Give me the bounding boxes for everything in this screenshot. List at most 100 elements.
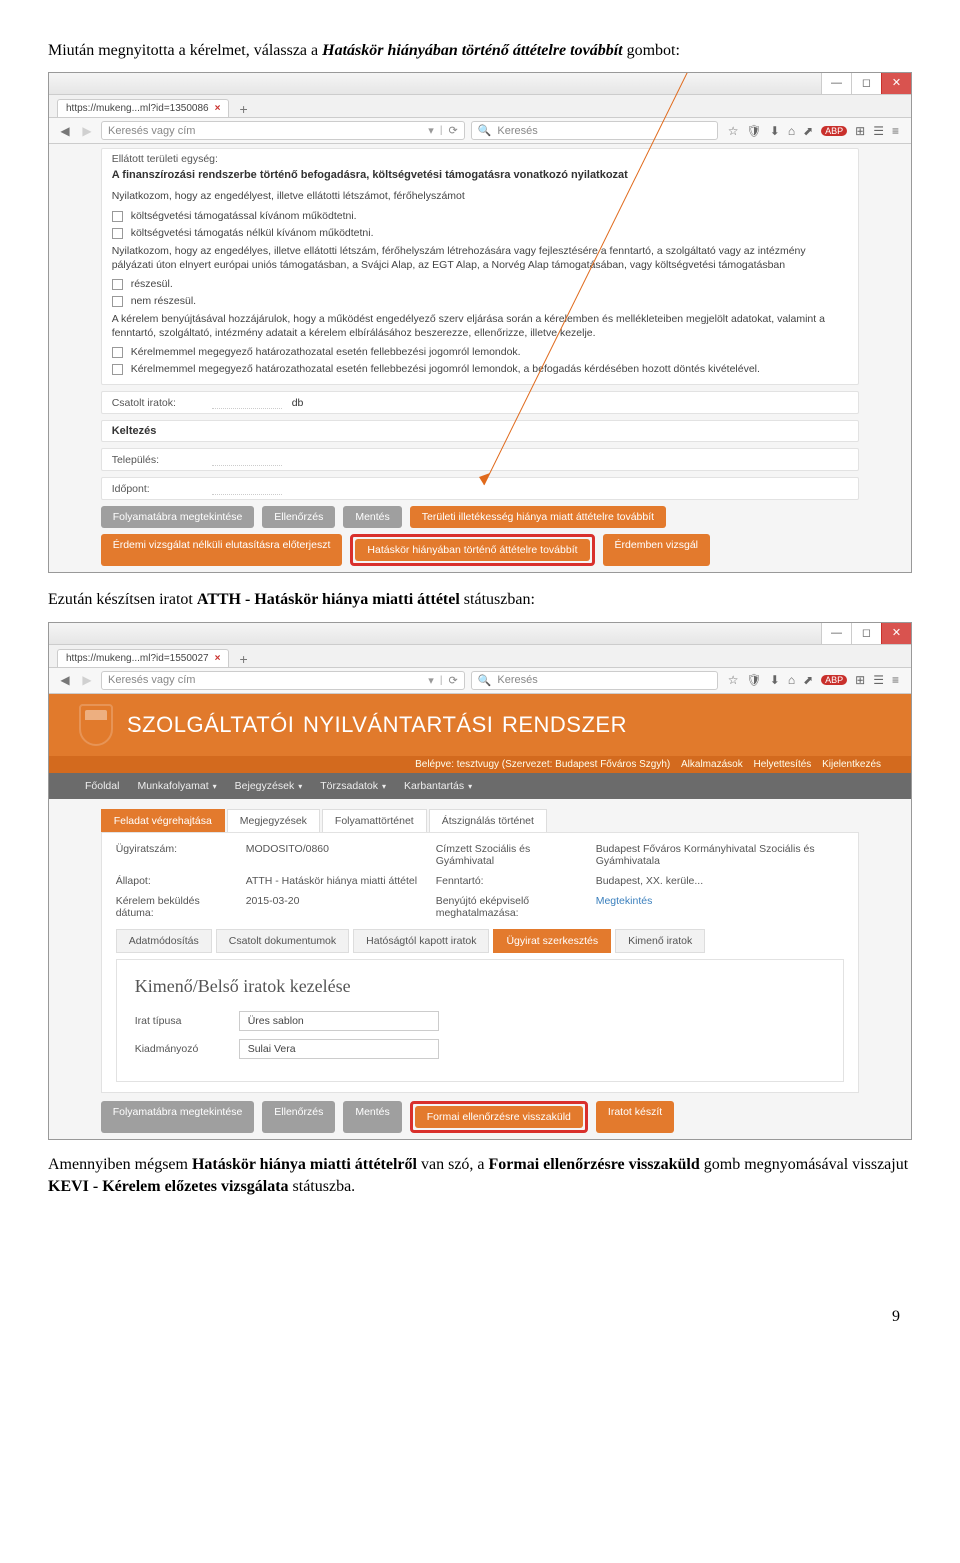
address-bar[interactable]: Keresés vagy cím ▾|⟳ — [101, 671, 465, 690]
nav-karbantartas[interactable]: Karbantartás▾ — [398, 778, 478, 794]
header-title: A finanszírozási rendszerbe történő befo… — [112, 169, 849, 181]
checkbox-icon[interactable] — [112, 211, 123, 222]
folyamatabra-button[interactable]: Folyamatábra megtekintése — [101, 1101, 255, 1133]
tab-atszignalas[interactable]: Átszignálás történet — [429, 809, 547, 832]
ellenorzes-button[interactable]: Ellenőrzés — [262, 1101, 335, 1133]
window-min-button[interactable]: — — [821, 623, 851, 644]
nav-fooldal[interactable]: Főoldal — [79, 778, 125, 794]
checkbox-icon[interactable] — [112, 364, 123, 375]
link-icon[interactable]: ⬈ — [803, 124, 813, 138]
formai-ellenorzesre-button[interactable]: Formai ellenőrzésre visszaküld — [415, 1106, 583, 1128]
home-icon[interactable]: ⌂ — [788, 673, 795, 687]
telepules-value[interactable] — [212, 453, 282, 466]
hataskor-hianyaban-button[interactable]: Hatáskör hiányában történő áttételre tov… — [355, 539, 589, 561]
subtab-kimeno[interactable]: Kimenő iratok — [615, 929, 705, 953]
tab-feladat[interactable]: Feladat végrehajtása — [101, 809, 225, 832]
nav-bejegyzesek[interactable]: Bejegyzések▾ — [229, 778, 309, 794]
window-min-button[interactable]: — — [821, 73, 851, 94]
mentes-button[interactable]: Mentés — [343, 1101, 401, 1133]
new-tab-button[interactable]: + — [233, 651, 253, 667]
star-icon[interactable]: ☆ — [728, 124, 739, 138]
checkbox-row-6[interactable]: Kérelmemmel megegyező határozathozatal e… — [112, 363, 849, 375]
erdemben-vizsgal-button[interactable]: Érdemben vizsgál — [603, 534, 710, 566]
system-title: SZOLGÁLTATÓI NYILVÁNTARTÁSI RENDSZER — [127, 712, 627, 738]
download-icon[interactable]: ⬇ — [770, 673, 780, 687]
subtab-ugyirat-szerk[interactable]: Ügyirat szerkesztés — [493, 929, 611, 953]
reload-icon[interactable]: ⟳ — [448, 124, 457, 137]
browser-tab[interactable]: https://mukeng...ml?id=1550027 × — [57, 649, 229, 667]
new-tab-button[interactable]: + — [233, 101, 253, 117]
teruleti-illetekesseg-button[interactable]: Területi illetékesség hiánya miatt áttét… — [410, 506, 666, 528]
ellenorzes-button[interactable]: Ellenőrzés — [262, 506, 335, 528]
datum-label: Kérelem beküldés dátuma: — [116, 895, 236, 919]
menu-icon[interactable]: ≡ — [892, 124, 899, 138]
window-max-button[interactable]: ◻ — [851, 623, 881, 644]
menu-icon[interactable]: ≡ — [892, 673, 899, 687]
idopont-value[interactable] — [212, 482, 282, 495]
iratot-keszit-button[interactable]: Iratot készít — [596, 1101, 674, 1133]
megtekintes-link[interactable]: Megtekintés — [596, 895, 845, 919]
checkbox-label: nem részesül. — [131, 295, 196, 307]
checkbox-row-3[interactable]: részesül. — [112, 278, 849, 290]
chat-icon[interactable]: ☰ — [873, 673, 884, 687]
grid-icon[interactable]: ⊞ — [855, 673, 865, 687]
checkbox-row-5[interactable]: Kérelmemmel megegyező határozathozatal e… — [112, 346, 849, 358]
link-kijelentkezes[interactable]: Kijelentkezés — [822, 759, 881, 770]
keltezes-card: Keltezés — [101, 420, 860, 442]
home-icon[interactable]: ⌂ — [788, 124, 795, 138]
checkbox-icon[interactable] — [112, 228, 123, 239]
checkbox-row-1[interactable]: költségvetési támogatással kívánom működ… — [112, 210, 849, 222]
folyamatabra-button[interactable]: Folyamatábra megtekintése — [101, 506, 255, 528]
link-helyettesites[interactable]: Helyettesítés — [753, 759, 811, 770]
tab-close-icon[interactable]: × — [215, 103, 221, 114]
irattipus-label: Irat típusa — [135, 1015, 225, 1027]
window-close-button[interactable]: ✕ — [881, 73, 911, 94]
button-row-1a: Folyamatábra megtekintése Ellenőrzés Men… — [101, 506, 860, 528]
window-max-button[interactable]: ◻ — [851, 73, 881, 94]
sub-tabstrip: Adatmódosítás Csatolt dokumentumok Hatós… — [116, 929, 845, 953]
back-icon[interactable]: ◀ — [57, 672, 73, 688]
abp-badge[interactable]: ABP — [821, 675, 847, 685]
erdemi-elutasitas-button[interactable]: Érdemi vizsgálat nélküli elutasításra el… — [101, 534, 343, 566]
page-body-1: Ellátott területi egység: A finanszírozá… — [49, 144, 911, 572]
grid-icon[interactable]: ⊞ — [855, 124, 865, 138]
checkbox-icon[interactable] — [112, 296, 123, 307]
irattipus-select[interactable]: Üres sablon — [239, 1011, 439, 1031]
mentes-button[interactable]: Mentés — [343, 506, 401, 528]
forward-icon[interactable]: ▶ — [79, 672, 95, 688]
tab-megjegyzesek[interactable]: Megjegyzések — [227, 809, 320, 832]
checkbox-icon[interactable] — [112, 279, 123, 290]
download-icon[interactable]: ⬇ — [770, 124, 780, 138]
kiadmanyozo-select[interactable]: Sulai Vera — [239, 1039, 439, 1059]
link-alkalmazasok[interactable]: Alkalmazások — [681, 759, 743, 770]
tab-close-icon[interactable]: × — [215, 653, 221, 664]
address-bar[interactable]: Keresés vagy cím ▾ | ⟳ — [101, 121, 465, 140]
search-bar[interactable]: 🔍 Keresés — [471, 121, 718, 140]
checkbox-row-4[interactable]: nem részesül. — [112, 295, 849, 307]
idopont-card: Időpont: — [101, 477, 860, 500]
logged-in-as: Belépve: tesztvugy (Szervezet: Budapest … — [415, 759, 670, 770]
search-bar[interactable]: 🔍 Keresés — [471, 671, 718, 690]
link-icon[interactable]: ⬈ — [803, 673, 813, 687]
window-titlebar: — ◻ ✕ — [49, 73, 911, 95]
shield-icon[interactable]: 🛡 — [747, 124, 762, 138]
shield-icon[interactable]: 🛡 — [747, 673, 762, 687]
window-close-button[interactable]: ✕ — [881, 623, 911, 644]
browser-tab-label: https://mukeng...ml?id=1350086 — [66, 103, 209, 114]
checkbox-row-2[interactable]: költségvetési támogatás nélkül kívánom m… — [112, 227, 849, 239]
subtab-hatosagtol[interactable]: Hatóságtól kapott iratok — [353, 929, 489, 953]
checkbox-icon[interactable] — [112, 347, 123, 358]
tab-folyamattortenet[interactable]: Folyamattörténet — [322, 809, 427, 832]
reload-icon[interactable]: ⟳ — [448, 674, 457, 687]
declaration-card: Ellátott területi egység: A finanszírozá… — [101, 148, 860, 385]
subtab-csatolt-dok[interactable]: Csatolt dokumentumok — [216, 929, 349, 953]
forward-icon[interactable]: ▶ — [79, 123, 95, 139]
chat-icon[interactable]: ☰ — [873, 124, 884, 138]
back-icon[interactable]: ◀ — [57, 123, 73, 139]
nav-munkafolyamat[interactable]: Munkafolyamat▾ — [131, 778, 222, 794]
abp-badge[interactable]: ABP — [821, 126, 847, 136]
subtab-adatmodositas[interactable]: Adatmódosítás — [116, 929, 212, 953]
star-icon[interactable]: ☆ — [728, 673, 739, 687]
browser-tab[interactable]: https://mukeng...ml?id=1350086 × — [57, 99, 229, 117]
nav-torzsadatok[interactable]: Törzsadatok▾ — [314, 778, 392, 794]
